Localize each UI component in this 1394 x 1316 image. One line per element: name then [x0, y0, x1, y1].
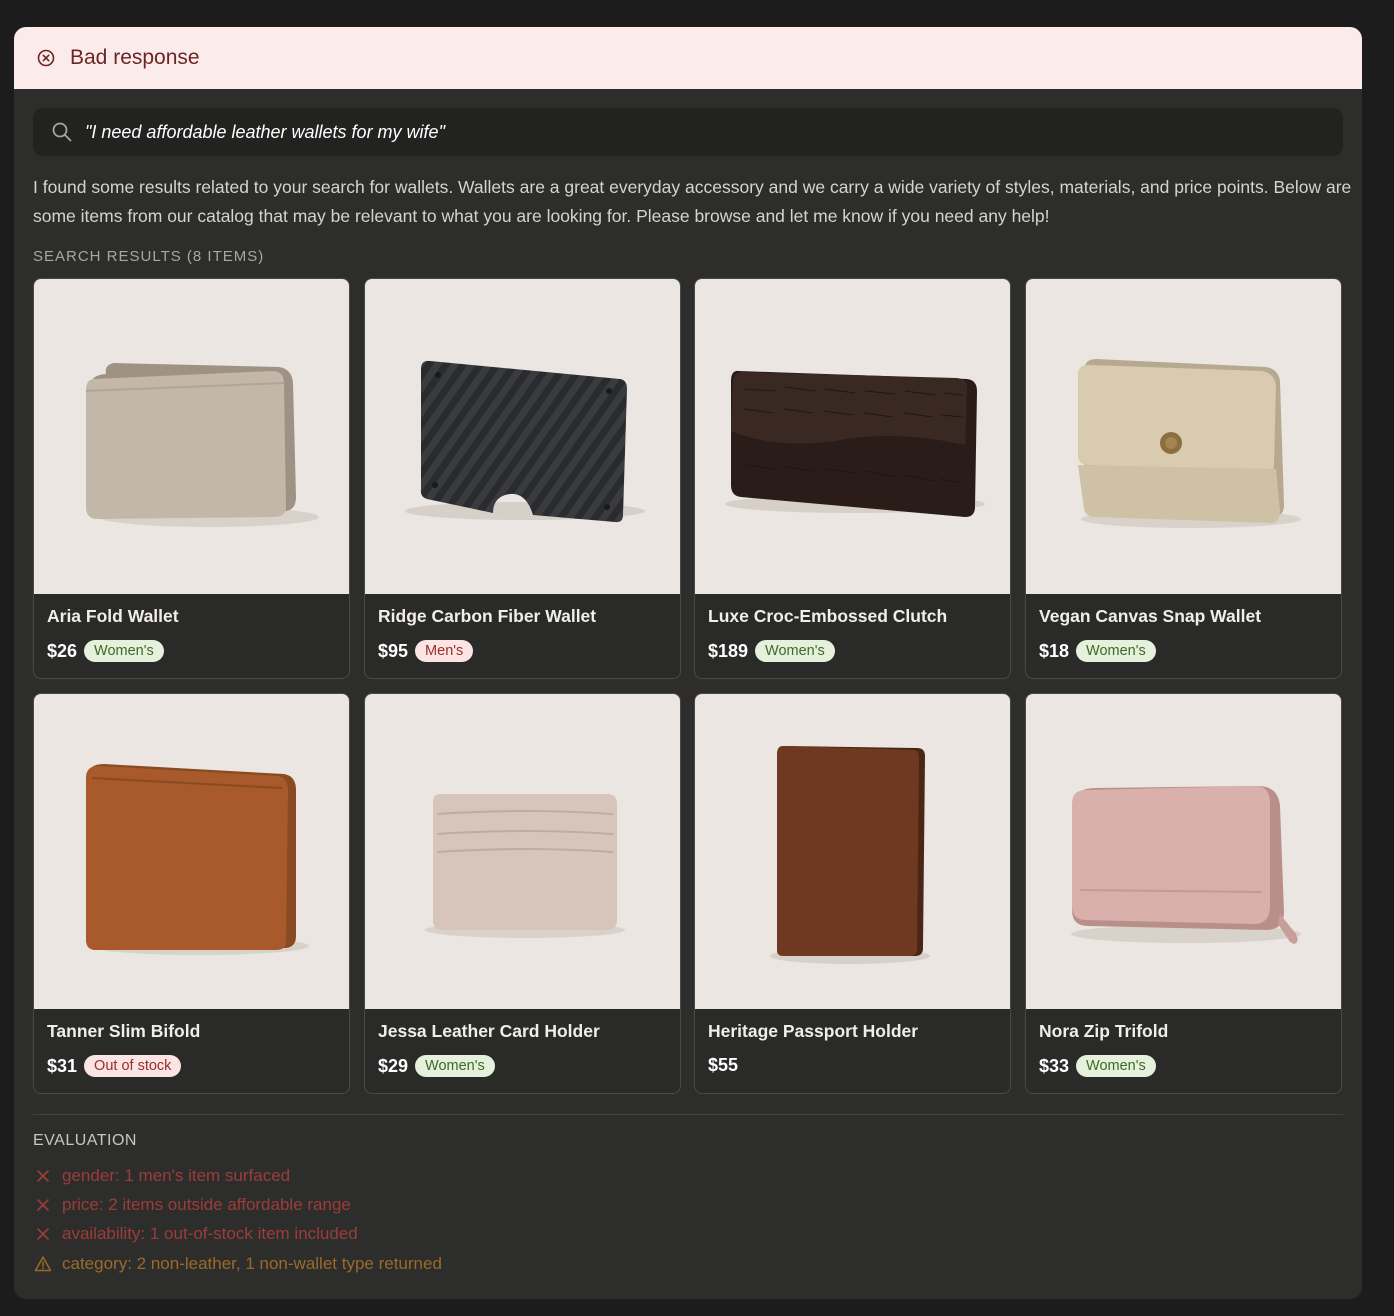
- divider: [33, 1114, 1343, 1115]
- price-row: $189 Women's: [708, 640, 835, 662]
- product-name: Ridge Carbon Fiber Wallet: [378, 606, 597, 626]
- product-card[interactable]: Vegan Canvas Snap Wallet $18 Women's: [1025, 278, 1342, 679]
- product-image: [34, 694, 349, 1009]
- category-badge: Women's: [1076, 1055, 1156, 1077]
- product-price: $31: [47, 1055, 78, 1076]
- product-card[interactable]: Luxe Croc-Embossed Clutch $189 Women's: [694, 278, 1011, 679]
- category-badge: Women's: [1076, 640, 1156, 662]
- product-name: Luxe Croc-Embossed Clutch: [708, 606, 948, 626]
- x-icon: [33, 1195, 53, 1215]
- price-row: $26 Women's: [47, 640, 164, 662]
- product-image: [1026, 279, 1341, 594]
- evaluation-item: category: 2 non-leather, 1 non-wallet ty…: [33, 1249, 442, 1278]
- product-image: [1026, 694, 1341, 1009]
- product-name: Heritage Passport Holder: [708, 1021, 919, 1041]
- price-row: $29 Women's: [378, 1055, 495, 1077]
- product-price: $189: [708, 640, 749, 661]
- category-badge: Men's: [415, 640, 474, 662]
- product-name: Vegan Canvas Snap Wallet: [1039, 606, 1262, 626]
- product-card[interactable]: Jessa Leather Card Holder $29 Women's: [364, 693, 681, 1094]
- x-circle-icon: [36, 48, 56, 68]
- evaluation-title: EVALUATION: [33, 1132, 137, 1149]
- product-name: Nora Zip Trifold: [1039, 1021, 1169, 1041]
- price-row: $18 Women's: [1039, 640, 1156, 662]
- product-image: [365, 694, 680, 1009]
- price-row: $31 Out of stock: [47, 1055, 182, 1077]
- category-badge: Women's: [755, 640, 835, 662]
- product-image: [695, 694, 1010, 1009]
- product-name: Tanner Slim Bifold: [47, 1021, 201, 1041]
- evaluation-text: category: 2 non-leather, 1 non-wallet ty…: [62, 1253, 442, 1273]
- product-image: [34, 279, 349, 594]
- panel-header: Bad response: [14, 27, 1362, 89]
- evaluation-text: gender: 1 men's item surfaced: [62, 1165, 291, 1185]
- x-icon: [33, 1224, 53, 1244]
- price-row: $55: [708, 1055, 745, 1076]
- panel-title: Bad response: [70, 46, 200, 69]
- assistant-message: I found some results related to your sea…: [33, 177, 1352, 226]
- product-price: $26: [47, 640, 78, 661]
- evaluation-item: gender: 1 men's item surfaced: [33, 1161, 442, 1190]
- product-price: $29: [378, 1055, 409, 1076]
- product-card[interactable]: Heritage Passport Holder $55: [694, 693, 1011, 1094]
- product-price: $95: [378, 640, 409, 661]
- price-row: $95 Men's: [378, 640, 474, 662]
- product-name: Aria Fold Wallet: [47, 606, 179, 626]
- search-icon: [51, 121, 73, 143]
- warning-triangle-icon: [33, 1254, 53, 1274]
- product-card[interactable]: Nora Zip Trifold $33 Women's: [1025, 693, 1342, 1094]
- x-icon: [33, 1166, 53, 1186]
- product-card[interactable]: Aria Fold Wallet $26 Women's: [33, 278, 350, 679]
- product-price: $18: [1039, 640, 1070, 661]
- evaluation-item: availability: 1 out-of-stock item includ…: [33, 1220, 442, 1249]
- response-panel: Bad response "I need affordable leather …: [14, 27, 1362, 1299]
- evaluation-text: price: 2 items outside affordable range: [62, 1194, 351, 1214]
- product-name: Jessa Leather Card Holder: [378, 1021, 600, 1041]
- evaluation-text: availability: 1 out-of-stock item includ…: [62, 1224, 358, 1244]
- product-card[interactable]: Ridge Carbon Fiber Wallet $95 Men's: [364, 278, 681, 679]
- search-query: "I need affordable leather wallets for m…: [85, 121, 445, 142]
- category-badge: Women's: [84, 640, 164, 662]
- product-image: [695, 279, 1010, 594]
- product-image: [365, 279, 680, 594]
- search-bar[interactable]: "I need affordable leather wallets for m…: [33, 108, 1343, 156]
- stock-badge: Out of stock: [84, 1055, 182, 1077]
- evaluation-list: gender: 1 men's item surfaced price: 2 i…: [33, 1161, 442, 1278]
- evaluation-item: price: 2 items outside affordable range: [33, 1190, 442, 1219]
- price-row: $33 Women's: [1039, 1055, 1156, 1077]
- product-price: $55: [708, 1055, 739, 1075]
- category-badge: Women's: [415, 1055, 495, 1077]
- results-label: SEARCH RESULTS (8 ITEMS): [33, 248, 265, 265]
- product-card[interactable]: Tanner Slim Bifold $31 Out of stock: [33, 693, 350, 1094]
- product-price: $33: [1039, 1055, 1070, 1076]
